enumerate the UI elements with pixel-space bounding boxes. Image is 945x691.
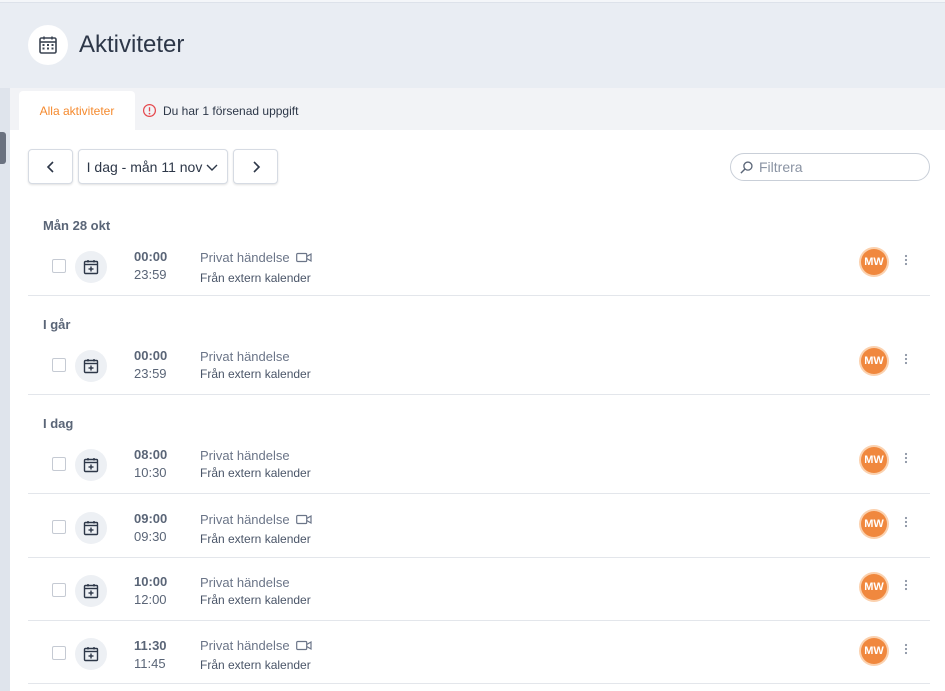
event-title-link[interactable]: Privat händelse: [200, 250, 312, 265]
chevron-right-icon: [252, 160, 260, 173]
avatar[interactable]: MW: [861, 249, 887, 275]
page-header: Aktiviteter: [28, 24, 184, 66]
video-camera-icon: [295, 640, 312, 651]
calendar-add-icon: [75, 251, 107, 283]
group-label: I dag: [43, 416, 74, 431]
left-rail: [0, 88, 10, 691]
date-picker-button[interactable]: I dag - mån 11 nov: [78, 149, 228, 184]
event-start-time: 00:00: [134, 348, 168, 363]
more-options-icon[interactable]: [900, 352, 912, 366]
row-checkbox[interactable]: [52, 520, 66, 534]
filter-field[interactable]: [730, 153, 930, 181]
calendar-add-icon: [75, 350, 107, 382]
activity-row[interactable]: 09:00 09:30 Privat händelse Från extern …: [28, 495, 930, 558]
event-end-time: 12:00: [134, 592, 167, 607]
group-label: Mån 28 okt: [43, 218, 111, 233]
filter-input[interactable]: [759, 159, 919, 175]
previous-day-button[interactable]: [28, 149, 73, 184]
event-start-time: 11:30: [134, 638, 167, 653]
activity-row[interactable]: 00:00 23:59 Privat händelse Från extern …: [28, 234, 930, 296]
event-subtitle: Från extern kalender: [200, 466, 311, 480]
more-options-icon[interactable]: [900, 253, 912, 267]
row-checkbox[interactable]: [52, 457, 66, 471]
activity-row[interactable]: 00:00 23:59 Privat händelse Från extern …: [28, 333, 930, 395]
event-end-time: 23:59: [134, 366, 167, 381]
page-title: Aktiviteter: [79, 31, 185, 58]
row-checkbox[interactable]: [52, 259, 66, 273]
event-title-link[interactable]: Privat händelse: [200, 448, 290, 463]
event-start-time: 10:00: [134, 574, 168, 589]
calendar-add-icon: [75, 512, 107, 544]
event-subtitle: Från extern kalender: [200, 367, 311, 381]
event-title: Privat händelse: [200, 638, 290, 653]
event-title: Privat händelse: [200, 349, 290, 364]
sidebar-toggle-handle[interactable]: [0, 132, 6, 164]
avatar[interactable]: MW: [861, 348, 887, 374]
event-title: Privat händelse: [200, 512, 290, 527]
calendar-add-icon: [75, 449, 107, 481]
search-icon: [740, 160, 753, 174]
tab-overdue-label: Du har 1 försenad uppgift: [163, 103, 299, 118]
avatar[interactable]: MW: [861, 511, 887, 537]
more-options-icon[interactable]: [900, 578, 912, 592]
calendar-add-icon: [75, 638, 107, 670]
group-label: I går: [43, 317, 71, 332]
avatar[interactable]: MW: [861, 638, 887, 664]
avatar[interactable]: MW: [861, 574, 887, 600]
warning-icon: [142, 103, 157, 118]
event-title-link[interactable]: Privat händelse: [200, 349, 290, 364]
event-title: Privat händelse: [200, 575, 290, 590]
more-options-icon[interactable]: [900, 642, 912, 656]
event-subtitle: Från extern kalender: [200, 271, 311, 285]
calendar-icon: [28, 25, 68, 65]
row-checkbox[interactable]: [52, 583, 66, 597]
event-title: Privat händelse: [200, 250, 290, 265]
event-title-link[interactable]: Privat händelse: [200, 638, 312, 653]
activity-row[interactable]: 11:30 11:45 Privat händelse Från extern …: [28, 621, 930, 684]
event-subtitle: Från extern kalender: [200, 532, 311, 546]
avatar[interactable]: MW: [861, 447, 887, 473]
event-end-time: 10:30: [134, 465, 167, 480]
event-end-time: 11:45: [134, 656, 166, 671]
row-checkbox[interactable]: [52, 646, 66, 660]
event-end-time: 23:59: [134, 267, 167, 282]
event-subtitle: Från extern kalender: [200, 658, 311, 672]
activity-row[interactable]: 10:00 12:00 Privat händelse Från extern …: [28, 558, 930, 621]
video-camera-icon: [295, 252, 312, 263]
activity-row[interactable]: 08:00 10:30 Privat händelse Från extern …: [28, 432, 930, 494]
event-start-time: 00:00: [134, 249, 168, 264]
event-end-time: 09:30: [134, 529, 167, 544]
tab-overdue-warning[interactable]: Du har 1 försenad uppgift: [142, 91, 298, 130]
tab-bar: Alla aktiviteter Du har 1 försenad uppgi…: [10, 88, 945, 130]
next-day-button[interactable]: [233, 149, 278, 184]
event-start-time: 09:00: [134, 511, 168, 526]
event-title: Privat händelse: [200, 448, 290, 463]
date-picker-label: I dag - mån 11 nov: [86, 158, 203, 175]
chevron-down-icon: [206, 164, 218, 171]
row-checkbox[interactable]: [52, 358, 66, 372]
event-start-time: 08:00: [134, 447, 168, 462]
activities-panel: I dag - mån 11 nov Mån 28 okt 00:00 23:5…: [10, 130, 945, 691]
event-title-link[interactable]: Privat händelse: [200, 575, 290, 590]
window-top-border: [0, 0, 945, 3]
tab-all-activities[interactable]: Alla aktiviteter: [19, 91, 135, 130]
more-options-icon[interactable]: [900, 515, 912, 529]
event-title-link[interactable]: Privat händelse: [200, 512, 312, 527]
event-subtitle: Från extern kalender: [200, 593, 311, 607]
chevron-left-icon: [46, 160, 54, 173]
more-options-icon[interactable]: [900, 451, 912, 465]
calendar-add-icon: [75, 575, 107, 607]
video-camera-icon: [295, 514, 312, 525]
